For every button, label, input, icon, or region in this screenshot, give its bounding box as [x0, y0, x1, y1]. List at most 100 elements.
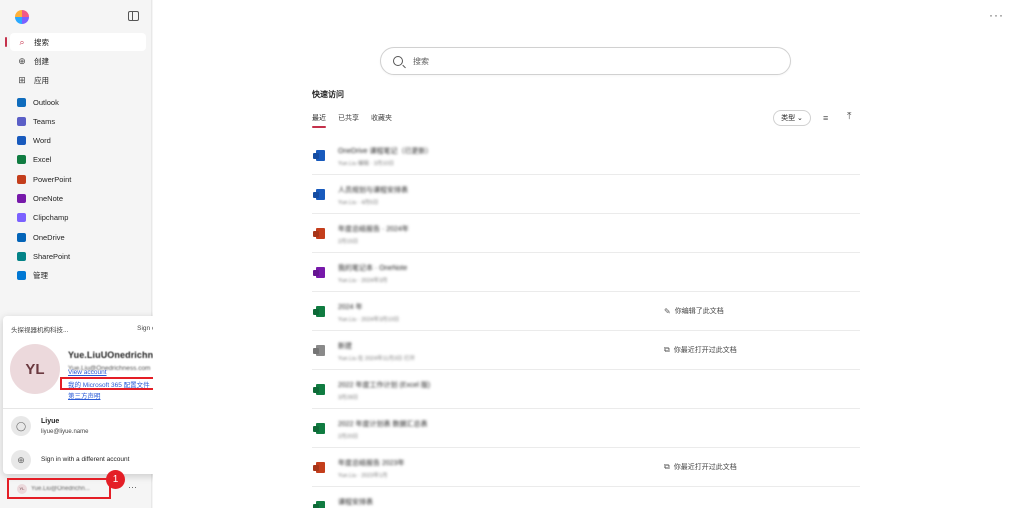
search-icon [393, 56, 403, 66]
avatar: YL [10, 344, 60, 394]
active-indicator [5, 37, 7, 47]
file-activity-text: 你最近打开过此文档 [673, 347, 737, 354]
account-name: Yue.LiuUOnedrichn. [68, 350, 156, 360]
sidebar-app-sharepoint[interactable]: SharePoint [10, 247, 146, 265]
other-account-name[interactable]: Liyue [41, 418, 59, 425]
divider [3, 408, 172, 409]
file-activity-text: 你编辑了此文档 [674, 308, 724, 315]
file-name: 2024 年 [338, 304, 363, 311]
filter-icon[interactable]: ≡ [823, 113, 828, 123]
sidebar-app-label: OneNote [33, 194, 64, 203]
quick-access-tabs: 最近 已共享 收藏夹 [312, 111, 404, 128]
add-account-icon: ⊕ [11, 450, 31, 470]
sidebar-item-label: 应用 [34, 75, 49, 85]
file-name: 我的笔记本 · OneNote [338, 265, 408, 272]
app-0-icon [17, 97, 26, 107]
file-meta: Yue.Liu · 2024年3月10日 [338, 317, 400, 323]
app-2-icon [17, 136, 26, 146]
tab-recent[interactable]: 最近 [312, 111, 326, 128]
search-bar[interactable] [380, 47, 791, 75]
sidebar-app-onenote[interactable]: OneNote [10, 190, 146, 208]
search-input[interactable] [413, 56, 773, 66]
sidebar-app-excel[interactable]: Excel [10, 151, 146, 169]
file-type-icon [316, 150, 325, 161]
tab-shared[interactable]: 已共享 [338, 111, 359, 128]
m365-logo-icon[interactable] [15, 10, 29, 24]
more-options-icon[interactable]: ··· [989, 8, 1004, 22]
file-name: 2022 年度计划表 数据汇总表 [338, 421, 428, 428]
open-icon: ⧉ [664, 462, 670, 471]
file-meta: Yue.Liu 在 2024年11月3日 打开 [338, 356, 415, 362]
file-row[interactable]: 我的笔记本 · OneNote Yue.Liu · 2024年3月 [312, 253, 860, 292]
file-meta: Yue.Liu · 2024年3月 [338, 278, 388, 284]
sidebar-item-apps[interactable]: ⊞ 应用 [10, 71, 146, 89]
sidebar-item-create[interactable]: ⊕ 创建 [10, 52, 146, 70]
sign-in-different-account[interactable]: Sign in with a different account [41, 456, 129, 463]
account-manager-popup: 头探视器机构科技... Sign out YL Yue.LiuUOnedrich… [3, 316, 172, 474]
app-9-icon [17, 271, 26, 281]
file-type-icon [316, 306, 325, 317]
file-meta: 3月28日 [338, 395, 359, 401]
file-row[interactable]: 2022 年度计划表 数据汇总表 2月20日 [312, 409, 860, 448]
file-row[interactable]: 2024 年 Yue.Liu · 2024年3月10日 ✎ 你编辑了此文档 [312, 292, 860, 331]
other-account-email: liyue@liyue.name [41, 429, 89, 435]
app-7-icon [17, 232, 26, 242]
file-name: 年度总结报告 2023年 [338, 460, 405, 467]
tab-favorites[interactable]: 收藏夹 [371, 111, 392, 128]
file-name: 2022 年度工作计划 (Excel 版) [338, 382, 431, 389]
sidebar-app-onedrive[interactable]: OneDrive [10, 228, 146, 246]
file-row[interactable]: 人员规划与课程安排表 Yue.Liu · 4月5日 [312, 175, 860, 214]
sidebar-app-powerpoint[interactable]: PowerPoint [10, 170, 146, 188]
sidebar-item-search[interactable]: ⌕ 搜索 [10, 33, 146, 51]
edit-icon: ✎ [664, 306, 671, 316]
view-account-link[interactable]: View account [68, 369, 107, 376]
file-type-icon [316, 228, 325, 239]
file-meta: 2月15日 [338, 239, 359, 245]
collapse-sidebar-icon[interactable] [128, 11, 139, 21]
account-switcher-button[interactable]: YL Yue.Liu@Onedrichn... [7, 478, 111, 499]
sidebar-item-label: 创建 [34, 56, 49, 66]
app-1-icon [17, 116, 26, 126]
third-party-notice-link[interactable]: 第三方声明 [68, 390, 101, 400]
file-row[interactable]: 2022 年度工作计划 (Excel 版) 3月28日 [312, 370, 860, 409]
main-content: ··· 快速访问 最近 已共享 收藏夹 类型 ⌄ ≡ ⤒ OneDrive 课程… [153, 0, 1024, 508]
sidebar-app-teams[interactable]: Teams [10, 112, 146, 130]
file-row[interactable]: 年度总结报告 · 2024年 2月15日 [312, 214, 860, 253]
open-icon: ⧉ [664, 345, 670, 354]
sidebar-app-管理[interactable]: 管理 [10, 267, 146, 285]
org-name: 头探视器机构科技... [11, 327, 69, 334]
app-6-icon [17, 213, 26, 223]
sidebar-app-word[interactable]: Word [10, 132, 146, 150]
file-type-icon [316, 189, 325, 200]
file-name: OneDrive 课程笔记（已更新） [338, 148, 433, 155]
file-row[interactable]: 课程安排表 [312, 487, 860, 508]
more-options-icon[interactable]: ··· [128, 482, 137, 492]
app-4-icon [17, 174, 26, 184]
sidebar-app-label: SharePoint [33, 251, 71, 261]
app-3-icon [17, 155, 26, 165]
file-row[interactable]: 新建 Yue.Liu 在 2024年11月3日 打开 ⧉ 你最近打开过此文档 [312, 331, 860, 370]
file-type-icon [316, 384, 325, 395]
file-name: 新建 [338, 343, 352, 350]
file-row[interactable]: OneDrive 课程笔记（已更新） Yue.Liu 编辑 · 3月10日 [312, 136, 860, 175]
person-icon: ◯ [11, 416, 31, 436]
file-type-icon [316, 267, 325, 278]
app-5-icon [17, 194, 26, 203]
sidebar-app-label: Clipchamp [33, 213, 69, 223]
sidebar-app-label: Teams [33, 116, 56, 126]
sidebar-app-outlook[interactable]: Outlook [10, 93, 146, 111]
type-filter-button[interactable]: 类型 ⌄ [773, 110, 811, 126]
file-meta: Yue.Liu 编辑 · 3月10日 [338, 161, 394, 167]
sidebar-app-label: PowerPoint [33, 174, 72, 184]
sort-icon[interactable]: ⤒ [847, 111, 851, 122]
section-title: 快速访问 [312, 90, 344, 99]
file-activity-text: 你最近打开过此文档 [673, 464, 737, 471]
step-badge-1: 1 [106, 470, 125, 489]
file-row[interactable]: 年度总结报告 2023年 Yue.Liu · 2023年1月 ⧉ 你最近打开过此文档 [312, 448, 860, 487]
file-name: 年度总结报告 · 2024年 [338, 226, 409, 233]
sidebar-app-clipchamp[interactable]: Clipchamp [10, 209, 146, 227]
sidebar-app-label: Word [33, 136, 51, 146]
file-activity: ⧉ 你最近打开过此文档 [664, 345, 737, 355]
sidebar-app-label: 管理 [33, 271, 48, 281]
file-type-icon [316, 423, 325, 434]
